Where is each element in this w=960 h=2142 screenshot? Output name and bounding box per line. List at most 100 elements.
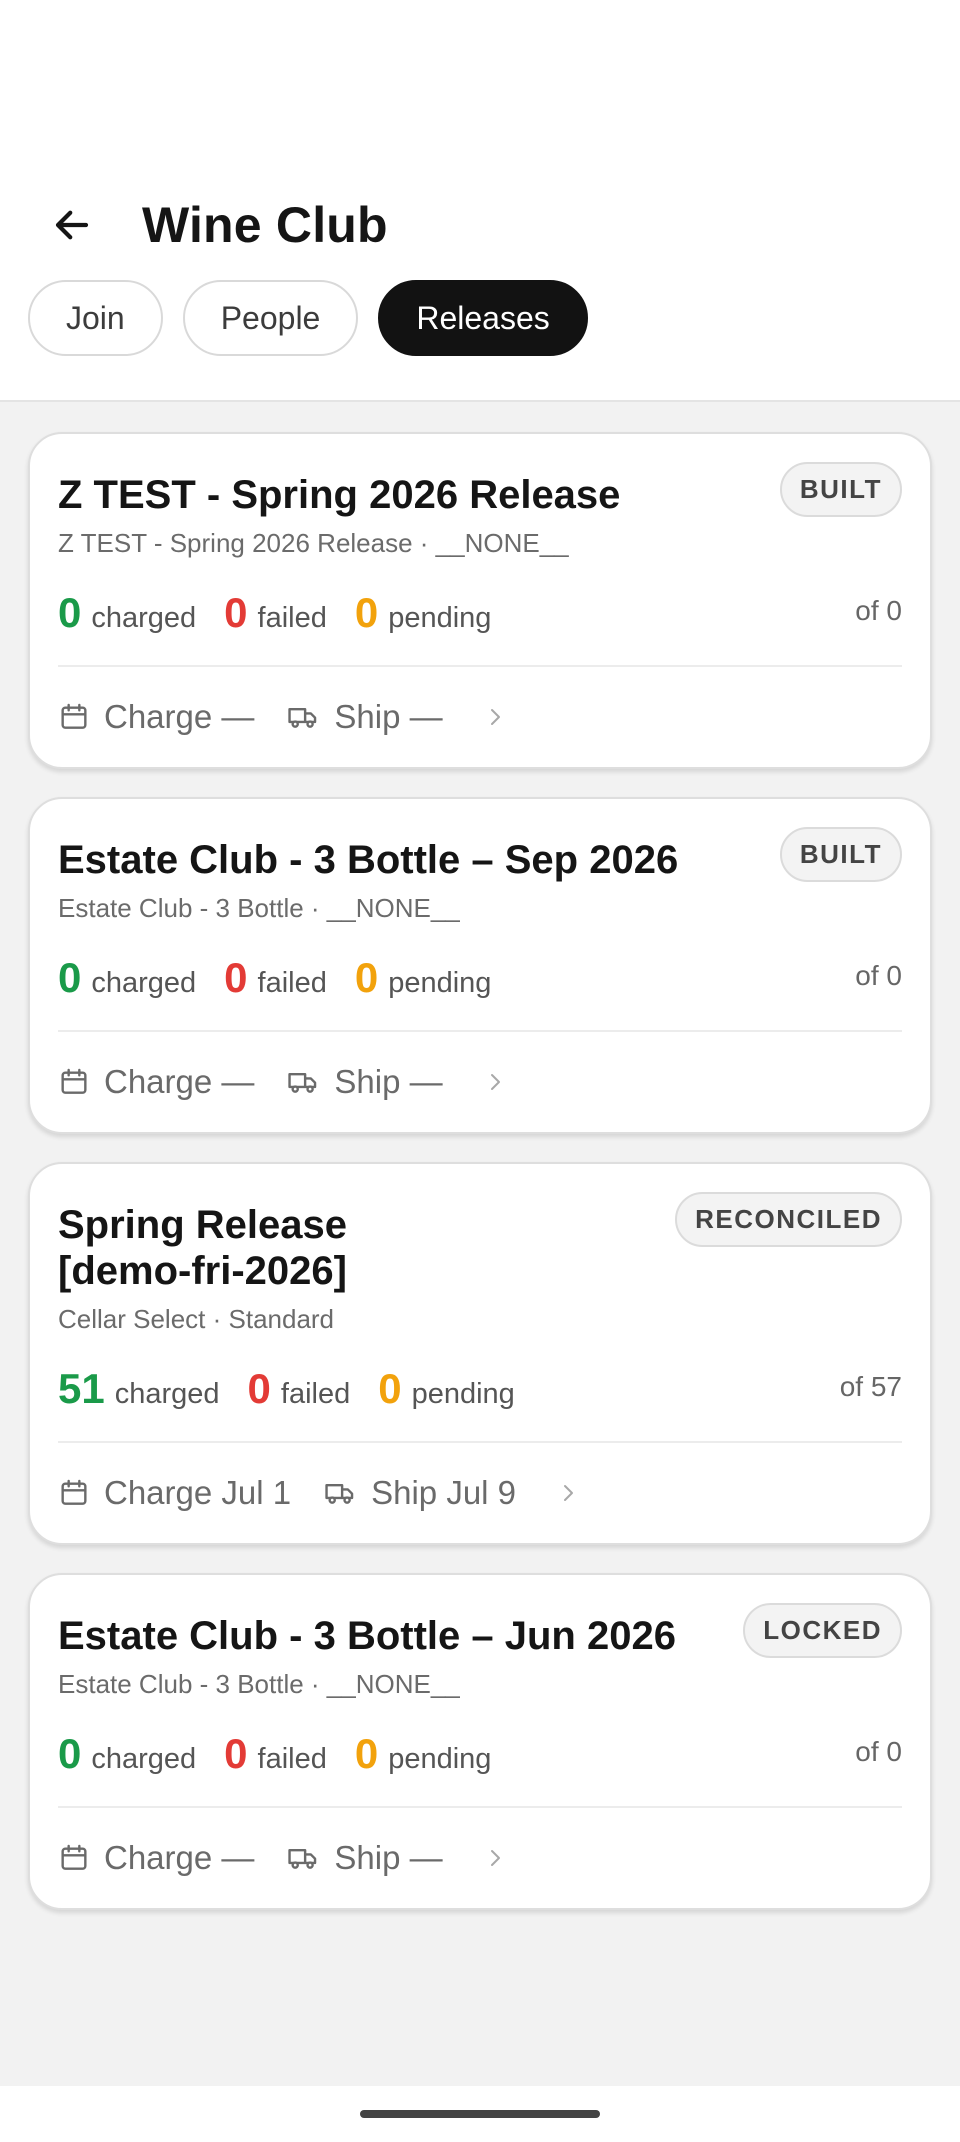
tab-people[interactable]: People [182, 280, 359, 356]
failed-number: 0 [224, 954, 248, 1001]
card-header: Estate Club - 3 Bottle – Sep 2026 BUILT [58, 827, 902, 883]
pending-label: pending [388, 1743, 492, 1775]
release-card[interactable]: Z TEST - Spring 2026 Release BUILT Z TES… [28, 432, 932, 769]
release-subtitle: Estate Club - 3 Bottle · __NONE__ [58, 1669, 460, 1699]
calendar-icon [61, 703, 87, 729]
charged-label: charged [91, 602, 197, 634]
ship-label: Ship Jul 9 [371, 1474, 517, 1511]
card-footer: Charge — Ship — [58, 1032, 902, 1132]
pending-number: 0 [354, 954, 379, 1001]
calendar-icon [61, 1479, 87, 1505]
pending-number: 0 [354, 589, 379, 636]
calendar-icon [61, 1844, 87, 1870]
release-card[interactable]: Estate Club - 3 Bottle – Sep 2026 BUILT … [28, 797, 932, 1134]
charged-count: 51 charged [58, 1365, 220, 1413]
chevron-right-icon [556, 1481, 580, 1505]
pending-count: 0 pending [355, 1730, 492, 1778]
charged-label: charged [91, 967, 197, 999]
charge-date: Charge — [58, 1063, 254, 1101]
ship-label: Ship — [334, 1063, 443, 1100]
failed-label: failed [257, 967, 327, 999]
release-title: Spring Release [demo-fri-2026] [58, 1203, 348, 1293]
status-bar [0, 0, 960, 160]
ship-date: Ship — [286, 698, 443, 736]
charge-label: Charge Jul 1 [104, 1474, 292, 1511]
charged-label: charged [91, 1743, 197, 1775]
release-subtitle: Z TEST - Spring 2026 Release · __NONE__ [58, 528, 569, 558]
failed-count: 0 failed [224, 1730, 327, 1778]
charged-number: 0 [58, 954, 82, 1001]
card-header: Spring Release [demo-fri-2026] RECONCILE… [58, 1192, 902, 1294]
charge-date: Charge — [58, 698, 254, 736]
failed-number: 0 [224, 589, 248, 636]
charged-number: 0 [58, 1730, 82, 1777]
chevron-right-icon [483, 705, 507, 729]
pending-label: pending [411, 1378, 515, 1410]
counts: 0 charged 0 failed 0 pending [58, 589, 519, 637]
charge-date: Charge Jul 1 [58, 1474, 291, 1512]
tab-join[interactable]: Join [28, 280, 163, 356]
release-subtitle: Estate Club - 3 Bottle · __NONE__ [58, 893, 460, 923]
back-button[interactable] [44, 197, 100, 253]
failed-label: failed [257, 1743, 327, 1775]
release-title: Estate Club - 3 Bottle – Sep 2026 [58, 838, 679, 882]
truck-icon [325, 1484, 354, 1504]
release-title: Estate Club - 3 Bottle – Jun 2026 [58, 1614, 676, 1658]
failed-number: 0 [224, 1730, 248, 1777]
total-count: of 0 [855, 595, 902, 626]
charge-label: Charge — [104, 1839, 255, 1876]
counts-row: 0 charged 0 failed 0 pending of 0 [58, 954, 902, 1032]
ship-date: Ship — [286, 1839, 443, 1877]
failed-label: failed [280, 1378, 351, 1410]
card-header: Z TEST - Spring 2026 Release BUILT [58, 462, 902, 518]
release-card[interactable]: Estate Club - 3 Bottle – Jun 2026 LOCKED… [28, 1573, 932, 1910]
charge-date: Charge — [58, 1839, 254, 1877]
charged-count: 0 charged [58, 1730, 196, 1778]
title-row: Wine Club [0, 160, 960, 290]
counts: 0 charged 0 failed 0 pending [58, 1730, 519, 1778]
chevron-right-icon [483, 1070, 507, 1094]
ship-date: Ship Jul 9 [323, 1474, 516, 1512]
truck-icon [288, 1073, 317, 1093]
release-title: Z TEST - Spring 2026 Release [58, 473, 621, 517]
counts-row: 51 charged 0 failed 0 pending of 57 [58, 1365, 902, 1443]
pending-number: 0 [378, 1365, 402, 1412]
counts: 51 charged 0 failed 0 pending [58, 1365, 543, 1413]
charged-number: 0 [58, 589, 82, 636]
tab-releases[interactable]: Releases [378, 280, 588, 356]
failed-count: 0 failed [224, 589, 327, 637]
charged-count: 0 charged [58, 954, 196, 1002]
ship-label: Ship — [334, 698, 443, 735]
status-badge: BUILT [779, 827, 902, 882]
home-indicator[interactable] [360, 2110, 600, 2118]
release-card[interactable]: Spring Release [demo-fri-2026] RECONCILE… [28, 1162, 932, 1545]
ship-date: Ship — [286, 1063, 443, 1101]
calendar-icon [61, 1068, 87, 1094]
status-badge: RECONCILED [675, 1192, 902, 1247]
card-footer: Charge — Ship — [58, 667, 902, 767]
charged-count: 0 charged [58, 589, 196, 637]
pending-number: 0 [354, 1730, 379, 1777]
back-arrow-icon [55, 210, 89, 240]
page-title: Wine Club [142, 197, 388, 253]
pending-count: 0 pending [355, 589, 492, 637]
charge-label: Charge — [104, 1063, 255, 1100]
card-footer: Charge Jul 1 Ship Jul 9 [58, 1443, 902, 1543]
chevron-right-icon [483, 1846, 507, 1870]
truck-icon [288, 708, 317, 728]
release-list: Z TEST - Spring 2026 Release BUILT Z TES… [28, 432, 932, 1938]
total-count: of 0 [855, 1736, 902, 1767]
card-header: Estate Club - 3 Bottle – Jun 2026 LOCKED [58, 1603, 902, 1659]
status-badge: BUILT [779, 462, 902, 517]
pending-count: 0 pending [378, 1365, 515, 1413]
charged-label: charged [114, 1378, 220, 1410]
app-header: Wine Club Join People Releases [0, 160, 960, 402]
charge-label: Charge — [104, 698, 255, 735]
charged-number: 51 [58, 1365, 105, 1412]
status-badge: LOCKED [743, 1603, 902, 1658]
release-subtitle: Cellar Select · Standard [58, 1304, 335, 1334]
pending-label: pending [388, 602, 492, 634]
pending-label: pending [388, 967, 492, 999]
card-footer: Charge — Ship — [58, 1808, 902, 1908]
ship-label: Ship — [334, 1839, 443, 1876]
